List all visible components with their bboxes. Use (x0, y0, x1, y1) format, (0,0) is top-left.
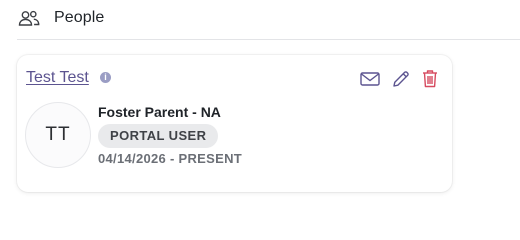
pencil-icon[interactable] (392, 70, 410, 88)
divider (17, 39, 520, 40)
people-icon (18, 10, 40, 26)
card-actions (360, 69, 438, 88)
portal-user-badge: PORTAL USER (98, 124, 219, 148)
avatar-initials: TT (45, 124, 71, 145)
date-range: 04/14/2026 - PRESENT (98, 151, 243, 166)
section-title: People (54, 9, 105, 26)
info-icon[interactable]: i (100, 72, 111, 83)
person-card: Test Test i TT Foster Parent - NA PORTAL… (17, 55, 452, 192)
section-header: People (18, 6, 104, 30)
people-section: People Test Test i TT Foster Parent - NA… (0, 0, 520, 217)
person-name-link[interactable]: Test Test (26, 69, 89, 87)
trash-icon[interactable] (422, 69, 438, 88)
person-role: Foster Parent - NA (98, 104, 221, 120)
avatar: TT (25, 102, 91, 168)
mail-icon[interactable] (360, 71, 380, 87)
